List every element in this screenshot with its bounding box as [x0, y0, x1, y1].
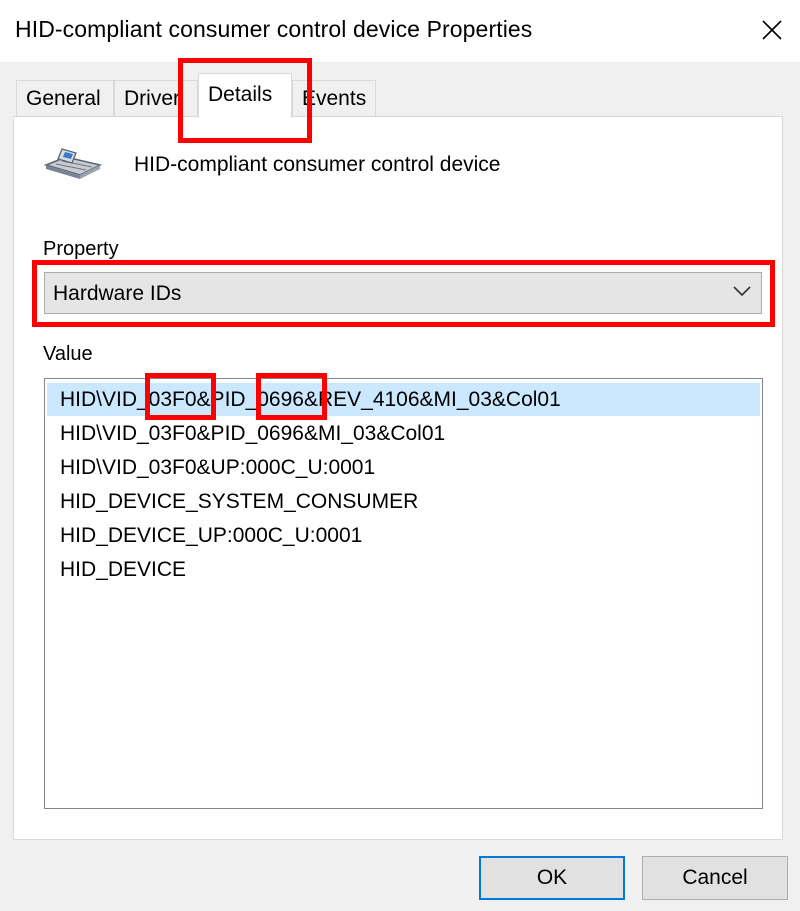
value-listbox[interactable]: HID\VID_03F0&PID_0696&REV_4106&MI_03&Col…	[44, 378, 763, 809]
tab-events[interactable]: Events	[292, 80, 376, 116]
tab-general[interactable]: General	[16, 80, 114, 116]
title-bar: HID-compliant consumer control device Pr…	[0, 0, 800, 62]
close-icon	[762, 20, 782, 40]
property-selected-value: Hardware IDs	[53, 282, 182, 305]
property-label: Property	[43, 238, 119, 260]
list-item[interactable]: HID\VID_03F0&UP:000C_U:0001	[47, 451, 760, 484]
hid-device-icon	[43, 148, 103, 179]
tab-driver[interactable]: Driver	[114, 80, 198, 116]
property-dropdown[interactable]: Hardware IDs	[44, 272, 762, 314]
tab-details[interactable]: Details	[198, 73, 292, 118]
device-name: HID-compliant consumer control device	[134, 153, 501, 176]
list-item[interactable]: HID\VID_03F0&PID_0696&MI_03&Col01	[47, 417, 760, 450]
ok-button[interactable]: OK	[479, 856, 625, 900]
value-label: Value	[43, 343, 93, 365]
list-item[interactable]: HID\VID_03F0&PID_0696&REV_4106&MI_03&Col…	[47, 383, 760, 416]
list-item[interactable]: HID_DEVICE_SYSTEM_CONSUMER	[47, 485, 760, 518]
window-title: HID-compliant consumer control device Pr…	[15, 16, 533, 42]
list-item[interactable]: HID_DEVICE	[47, 553, 760, 586]
dialog-body: General Driver Details Events HID-compli…	[0, 62, 800, 911]
list-item[interactable]: HID_DEVICE_UP:000C_U:0001	[47, 519, 760, 552]
chevron-down-icon	[733, 286, 751, 297]
details-panel: HID-compliant consumer control device Pr…	[13, 116, 783, 840]
close-button[interactable]	[748, 6, 796, 54]
cancel-button[interactable]: Cancel	[642, 856, 788, 900]
